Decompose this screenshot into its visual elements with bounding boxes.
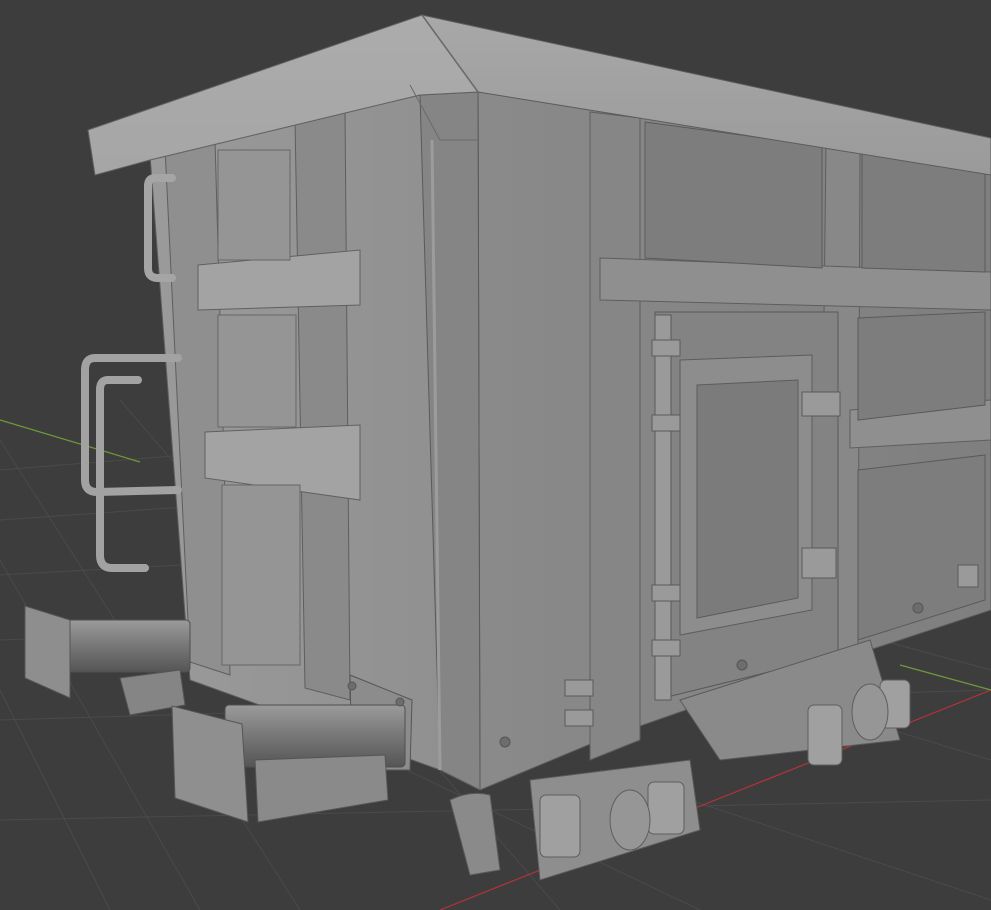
3d-viewport[interactable]	[0, 0, 991, 910]
side-door[interactable]	[654, 311, 839, 701]
side-stanchion-1	[589, 111, 641, 761]
end-stanchion-right	[294, 109, 351, 701]
